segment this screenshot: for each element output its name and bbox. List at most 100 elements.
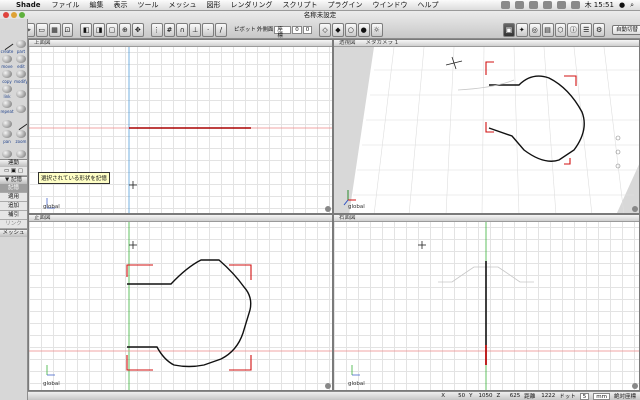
link-tool[interactable]: link: [0, 84, 14, 99]
bluetooth-icon[interactable]: [528, 1, 538, 9]
magnet-icon[interactable]: ∩: [176, 22, 189, 37]
link-panel-icons[interactable]: ▭ ▣ ▢: [0, 167, 27, 176]
menu-shape[interactable]: 図形: [202, 0, 226, 10]
minimize-button[interactable]: [11, 12, 17, 18]
front-view-resize[interactable]: [325, 383, 331, 389]
mesh-icon[interactable]: ⬡: [554, 22, 567, 37]
pivot-field[interactable]: 座標: [274, 25, 292, 39]
apply-button[interactable]: 適用: [0, 193, 27, 202]
snap-icon[interactable]: ⋮: [150, 22, 163, 37]
layout-icon[interactable]: ◨: [93, 22, 106, 37]
dot-field[interactable]: 5: [579, 392, 590, 400]
app-menu[interactable]: Shade: [14, 1, 47, 9]
menu-window[interactable]: ウインドウ: [368, 0, 413, 10]
camera-icon[interactable]: ▣: [503, 22, 515, 37]
point-icon[interactable]: ·: [202, 22, 214, 37]
perspective-global[interactable]: global: [348, 204, 365, 210]
axis-icon[interactable]: ⊥: [189, 22, 202, 37]
hand-icon: [2, 130, 12, 138]
window-icon[interactable]: ▢: [106, 22, 118, 37]
clock[interactable]: 木 15:51: [585, 0, 614, 10]
top-view-canvas: [29, 47, 332, 213]
shape-icon-1[interactable]: ◇: [319, 22, 332, 37]
copy-tool[interactable]: copy: [0, 69, 14, 84]
side-view-resize[interactable]: [632, 383, 638, 389]
link-button[interactable]: リンク: [0, 220, 27, 229]
menu-file[interactable]: ファイル: [47, 0, 85, 10]
volume-icon[interactable]: [556, 1, 566, 9]
side-view[interactable]: 右面図 global: [333, 214, 640, 391]
coord-mode[interactable]: 絶対座標: [614, 392, 636, 400]
top-view-resize[interactable]: [325, 206, 331, 212]
pan-tool[interactable]: pan: [0, 129, 14, 144]
render-icon[interactable]: ☼: [370, 22, 383, 37]
side-view-global[interactable]: global: [348, 381, 365, 387]
lock-icon[interactable]: ⊡: [61, 22, 74, 37]
image-icon[interactable]: ▤: [541, 22, 554, 37]
tool-8[interactable]: [14, 84, 27, 99]
menu-script[interactable]: スクリプト: [278, 0, 323, 10]
battery-icon[interactable]: [570, 1, 580, 9]
sync-icon[interactable]: [514, 1, 524, 9]
snap-grid-icon[interactable]: #: [163, 22, 176, 37]
view-icon[interactable]: ◧: [80, 22, 93, 37]
auto-switch-select[interactable]: 自動切替: [611, 24, 640, 35]
front-curve[interactable]: [127, 259, 252, 368]
subtract-button[interactable]: 補引: [0, 211, 27, 220]
box-select-icon[interactable]: ▭: [35, 22, 48, 37]
pivot-value[interactable]: 0: [292, 25, 302, 34]
time-machine-icon[interactable]: [500, 1, 510, 9]
zoom-tool[interactable]: zoom: [14, 129, 27, 144]
modify-tool[interactable]: modify: [14, 69, 27, 84]
memory-panel-header[interactable]: ▼ 記憶: [0, 176, 27, 184]
menu-view[interactable]: 表示: [109, 0, 133, 10]
zoom-button[interactable]: [19, 12, 25, 18]
add-button[interactable]: 追加: [0, 202, 27, 211]
tool-10[interactable]: [14, 99, 27, 114]
front-view-global[interactable]: global: [43, 381, 60, 387]
unit-select[interactable]: mm: [593, 392, 610, 400]
mesh-panel-header[interactable]: メッシュ: [0, 229, 27, 237]
link-panel-header[interactable]: 連動: [0, 159, 27, 167]
move-tool[interactable]: move: [0, 54, 14, 69]
shape-icon-4[interactable]: ●: [357, 22, 370, 37]
top-view-global[interactable]: global: [43, 204, 60, 210]
menu-help[interactable]: ヘルプ: [413, 0, 444, 10]
front-view[interactable]: 正面図 global: [28, 214, 333, 391]
menu-edit[interactable]: 編集: [85, 0, 109, 10]
create-tool[interactable]: create: [0, 37, 14, 54]
part-tool[interactable]: part: [14, 39, 27, 54]
shape-icon-2[interactable]: ◆: [332, 22, 344, 37]
y-label: Y: [469, 393, 473, 399]
side-crosshair: [418, 241, 426, 249]
perspective-view[interactable]: 透視図 メタカメラ 1 global: [333, 39, 640, 214]
pan-icon[interactable]: ✥: [131, 22, 144, 37]
menu-rendering[interactable]: レンダリング: [226, 0, 278, 10]
zoom-icon[interactable]: ⊕: [118, 22, 131, 37]
light-icon[interactable]: ✦: [515, 22, 528, 37]
tool-16[interactable]: [14, 144, 27, 159]
line-icon[interactable]: /: [215, 22, 227, 37]
pivot-value2[interactable]: 0: [302, 25, 313, 34]
memory-button[interactable]: 記憶: [0, 184, 27, 193]
shape-icon-3[interactable]: ○: [344, 22, 357, 37]
close-button[interactable]: [3, 12, 9, 18]
edit-tool[interactable]: edit: [14, 54, 27, 69]
menu-plugin[interactable]: プラグイン: [323, 0, 368, 10]
spotlight-icon[interactable]: ⌕: [630, 1, 634, 10]
info-icon[interactable]: ⓘ: [567, 22, 580, 37]
repeat-tool[interactable]: repeat: [0, 99, 14, 114]
menu-tool[interactable]: ツール: [133, 0, 164, 10]
grid-icon[interactable]: ▦: [48, 22, 61, 37]
browser-icon[interactable]: ☰: [580, 22, 593, 37]
wifi-icon[interactable]: [542, 1, 552, 9]
top-view[interactable]: 上面図 global: [28, 39, 333, 214]
perspective-resize[interactable]: [632, 206, 638, 212]
menu-mesh[interactable]: メッシュ: [164, 0, 202, 10]
prefs-icon[interactable]: ⚙: [593, 22, 606, 37]
surface-icon[interactable]: ◎: [528, 22, 541, 37]
user-icon[interactable]: ●: [619, 1, 625, 9]
tool-15[interactable]: [0, 144, 14, 159]
tool-12[interactable]: [14, 114, 27, 131]
tool-11[interactable]: [0, 114, 14, 129]
